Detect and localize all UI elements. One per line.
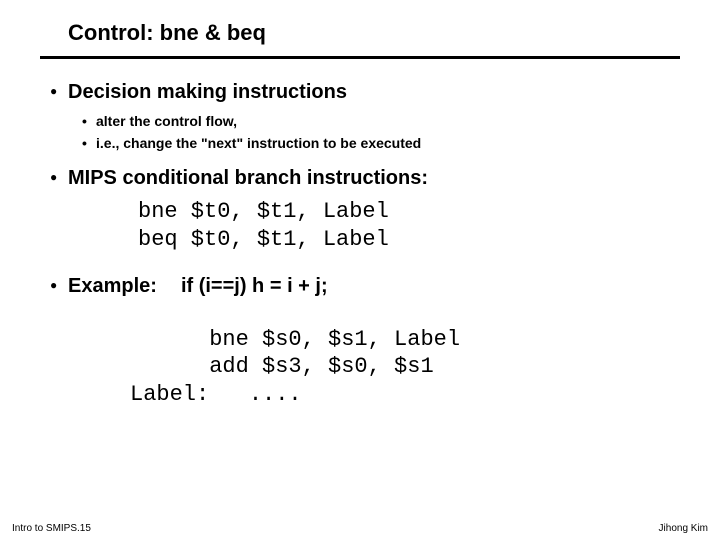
slide-title: Control: bne & beq [68,20,680,46]
code-line: bne $s0, $s1, Label [130,327,460,352]
code-line: Label: .... [130,382,302,407]
slide: Control: bne & beq Decision making instr… [0,0,720,540]
title-rule [40,56,680,59]
code-line: beq $t0, $t1, Label [138,227,389,252]
code-line: bne $t0, $t1, Label [138,199,389,224]
bullet-example: Example: [68,275,157,298]
bullet-mips: MIPS conditional branch instructions: [68,167,680,190]
bullet-decision: Decision making instructions [68,81,680,104]
sub-bullets: alter the control flow, i.e., change the… [96,110,680,155]
sub-alter: alter the control flow, [96,110,680,132]
footer-right: Jihong Kim [659,523,708,534]
content-area: Decision making instructions alter the c… [68,81,680,408]
code-block-2: bne $s0, $s1, Label add $s3, $s0, $s1 La… [130,326,680,409]
sub-change: i.e., change the "next" instruction to b… [96,132,680,154]
footer-left: Intro to SMIPS.15 [12,523,91,534]
example-row: Example: if (i==j) h = i + j; [68,275,680,298]
code-block-1: bne $t0, $t1, Label beq $t0, $t1, Label [138,198,680,255]
code-line: add $s3, $s0, $s1 [130,354,434,379]
footer: Intro to SMIPS.15 Jihong Kim [12,523,708,534]
example-statement: if (i==j) h = i + j; [181,275,328,298]
